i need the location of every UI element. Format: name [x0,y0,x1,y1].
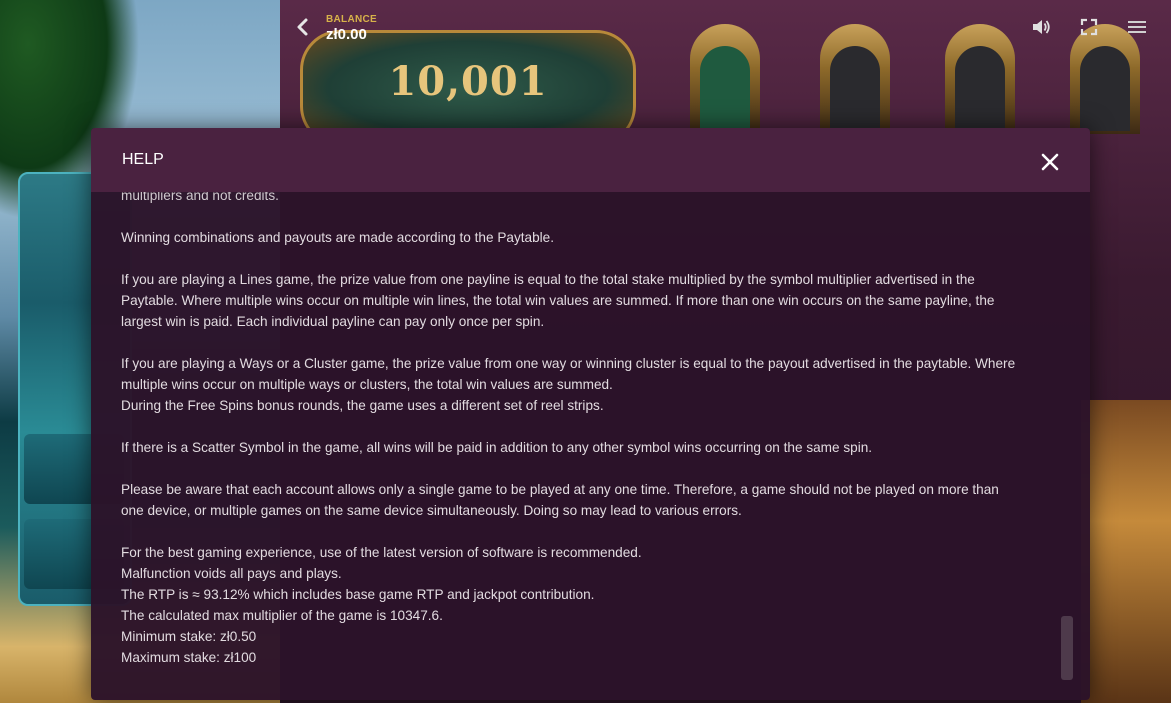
help-paragraph-paytable: Winning combinations and payouts are mad… [121,227,1031,248]
help-paragraph-lines: If you are playing a Lines game, the pri… [121,269,1031,332]
help-scrollbar-thumb[interactable] [1061,616,1073,680]
help-paragraph-scatter: If there is a Scatter Symbol in the game… [121,437,1031,458]
fullscreen-button[interactable] [1078,16,1100,38]
menu-button[interactable] [1126,16,1148,38]
max-multiplier-text: The calculated max multiplier of the gam… [121,608,443,623]
help-dialog-title: HELP [122,151,164,168]
help-text-line: Malfunction voids all pays and plays. [121,566,342,581]
help-paragraph-partial: multipliers and not credits. [121,192,1031,206]
maximum-stake-text: Maximum stake: zł100 [121,650,257,665]
help-text-line: During the Free Spins bonus rounds, the … [121,398,604,413]
help-text-line: Winning combinations and payouts are mad… [121,230,554,245]
hamburger-menu-icon [1128,21,1146,33]
game-logo-text: 10,001 [388,57,548,105]
rtp-text: The RTP is ≈ 93.12% which includes base … [121,587,595,602]
help-paragraph-account: Please be aware that each account allows… [121,479,1031,521]
sound-button[interactable] [1030,16,1052,38]
help-dialog: HELP multipliers and not credits. Winnin… [91,128,1090,700]
help-text-line: If you are playing a Ways or a Cluster g… [121,356,1016,371]
help-text-line: For the best gaming experience, use of t… [121,545,642,560]
help-text-line: Please be aware that each account allows… [121,482,999,497]
help-paragraph-rtp: For the best gaming experience, use of t… [121,542,1031,668]
help-text-line: If you are playing a Lines game, the pri… [121,272,975,287]
chevron-left-icon [297,18,308,36]
help-text-line: one device, or multiple games on the sam… [121,503,742,518]
tiger-decoration [1081,400,1171,703]
balance-label: BALANCE [326,14,377,25]
help-text-line: multipliers and not credits. [121,192,279,203]
speaker-icon [1033,20,1050,34]
help-text-line: If there is a Scatter Symbol in the game… [121,440,873,455]
minimum-stake-text: Minimum stake: zł0.50 [121,629,257,644]
help-paragraph-ways: If you are playing a Ways or a Cluster g… [121,353,1031,416]
balance-value: zł0.00 [326,26,367,43]
help-text-line: multiple wins occur on multiple ways or … [121,377,613,392]
top-bar: BALANCE zł0.00 [0,0,1171,56]
help-text-line: Paytable. Where multiple wins occur on m… [121,293,995,308]
fullscreen-icon [1080,18,1098,36]
help-content[interactable]: multipliers and not credits. Winning com… [121,192,1061,700]
help-dialog-header: HELP [91,128,1090,192]
help-text-line: largest win is paid. Each individual pay… [121,314,545,329]
close-icon [1041,153,1059,171]
close-button[interactable] [1037,149,1063,175]
back-button[interactable] [292,14,314,40]
